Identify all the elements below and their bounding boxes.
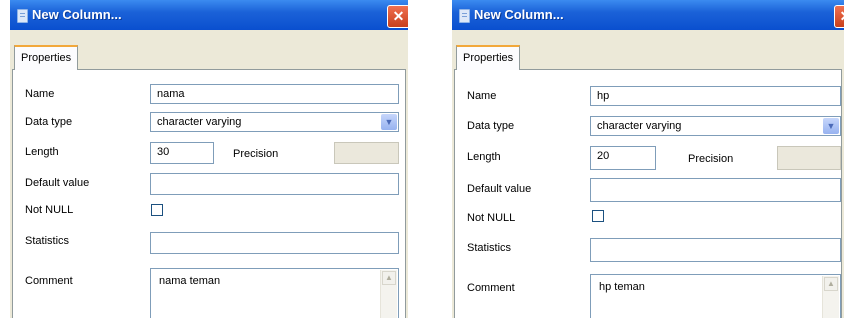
new-column-dialog-1: New Column... ✕ Properties Name nama Dat… xyxy=(10,0,408,318)
window-title: New Column... xyxy=(474,7,564,22)
chevron-down-icon[interactable]: ▼ xyxy=(823,118,839,134)
default-value-input[interactable] xyxy=(150,173,399,195)
length-input[interactable]: 30 xyxy=(150,142,214,164)
name-label: Name xyxy=(25,88,55,100)
tab-properties[interactable]: Properties xyxy=(456,45,521,70)
tab-strip: Properties xyxy=(452,30,844,70)
precision-input xyxy=(334,142,399,164)
comment-textarea[interactable]: nama teman ▲ xyxy=(150,268,399,318)
new-column-dialog-2: New Column... ✕ Properties Name hp Data … xyxy=(452,0,844,318)
title-bar[interactable]: New Column... xyxy=(10,0,408,30)
comment-scrollbar[interactable]: ▲ xyxy=(380,270,397,318)
comment-label: Comment xyxy=(467,282,515,294)
statistics-label: Statistics xyxy=(467,242,512,254)
statistics-input[interactable] xyxy=(590,238,841,262)
comment-text: nama teman xyxy=(159,275,221,287)
length-label: Length xyxy=(467,151,501,163)
statistics-input[interactable] xyxy=(150,232,399,254)
title-bar[interactable]: New Column... xyxy=(452,0,844,30)
window-icon xyxy=(459,9,470,23)
not-null-checkbox[interactable] xyxy=(592,210,604,222)
close-button[interactable]: ✕ xyxy=(834,5,844,28)
default-value-label: Default value xyxy=(25,177,90,189)
datatype-label: Data type xyxy=(25,116,73,128)
comment-scrollbar[interactable]: ▲ xyxy=(822,276,839,318)
name-label: Name xyxy=(467,90,497,102)
precision-label: Precision xyxy=(688,153,734,165)
datatype-select[interactable]: character varying ▼ xyxy=(150,112,399,132)
not-null-checkbox[interactable] xyxy=(151,204,163,216)
tab-strip: Properties xyxy=(10,30,408,70)
default-value-input[interactable] xyxy=(590,178,841,202)
datatype-select[interactable]: character varying ▼ xyxy=(590,116,841,136)
name-input[interactable]: nama xyxy=(150,84,399,104)
chevron-down-icon[interactable]: ▼ xyxy=(381,114,397,130)
length-input[interactable]: 20 xyxy=(590,146,656,170)
statistics-label: Statistics xyxy=(25,235,70,247)
precision-label: Precision xyxy=(233,148,279,160)
window-icon xyxy=(17,9,28,23)
datatype-value: character varying xyxy=(597,120,682,132)
scroll-up-arrow-icon[interactable]: ▲ xyxy=(824,277,838,291)
comment-label: Comment xyxy=(25,275,73,287)
window-title: New Column... xyxy=(32,7,122,22)
properties-panel: Name nama Data type character varying ▼ … xyxy=(12,69,406,318)
scroll-up-arrow-icon[interactable]: ▲ xyxy=(382,271,396,285)
precision-input xyxy=(777,146,841,170)
default-value-label: Default value xyxy=(467,183,532,195)
datatype-value: character varying xyxy=(157,116,242,128)
length-label: Length xyxy=(25,146,59,158)
not-null-label: Not NULL xyxy=(25,204,74,216)
comment-textarea[interactable]: hp teman ▲ xyxy=(590,274,841,318)
datatype-label: Data type xyxy=(467,120,515,132)
properties-panel: Name hp Data type character varying ▼ Le… xyxy=(454,69,842,318)
tab-properties[interactable]: Properties xyxy=(14,45,79,70)
comment-text: hp teman xyxy=(599,281,645,293)
not-null-label: Not NULL xyxy=(467,212,516,224)
close-button[interactable]: ✕ xyxy=(387,5,408,28)
name-input[interactable]: hp xyxy=(590,86,841,106)
